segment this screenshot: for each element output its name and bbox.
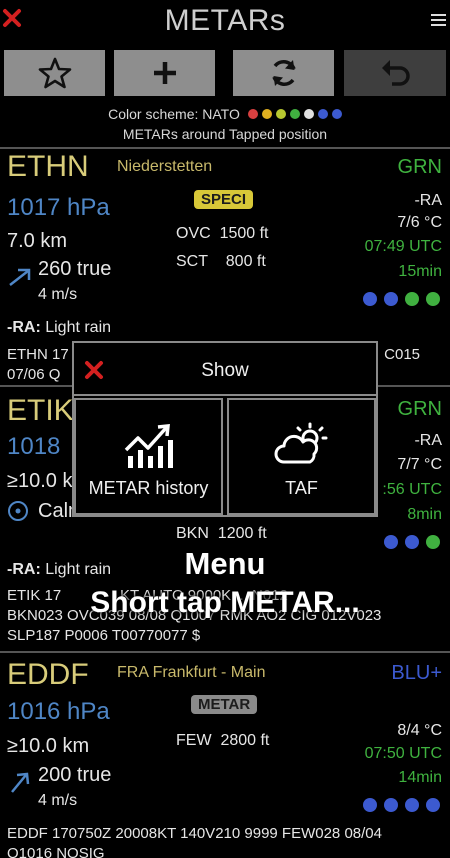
calm-icon bbox=[8, 501, 28, 521]
raw-metar-line-1-tail: C015 bbox=[384, 346, 420, 363]
popup-header: Show bbox=[74, 343, 376, 396]
station-card-eddf[interactable]: EDDF FRA Frankfurt - Main BLU+ 1016 hPa … bbox=[0, 652, 450, 858]
chart-icon bbox=[124, 424, 173, 468]
station-icao: ETIK bbox=[7, 394, 74, 427]
taf-button[interactable]: TAF bbox=[227, 398, 376, 515]
wind-direction: 260 true bbox=[38, 258, 112, 280]
wind-speed: 4 m/s bbox=[38, 286, 78, 303]
color-code: BLU+ bbox=[391, 662, 442, 684]
cloud-sun-icon bbox=[274, 422, 327, 464]
scheme-color-dot bbox=[275, 109, 286, 119]
temperature: 8/4 °C bbox=[397, 722, 442, 739]
color-scheme-row: Color scheme: NATO bbox=[0, 104, 450, 124]
raw-metar-line-1: ETHN 17 bbox=[7, 346, 69, 363]
scheme-color-dot bbox=[289, 109, 300, 119]
refresh-button[interactable] bbox=[233, 50, 334, 96]
around-label: METARs around Tapped position bbox=[122, 126, 328, 142]
color-code: GRN bbox=[397, 398, 442, 420]
cloud-layer-1: BKN 1200 ft bbox=[176, 525, 267, 542]
popup-title: Show bbox=[201, 360, 249, 381]
metar-badge: METAR bbox=[191, 695, 258, 714]
plus-icon bbox=[153, 62, 176, 84]
status-dot bbox=[405, 292, 419, 306]
speci-badge: SPECI bbox=[194, 190, 254, 209]
raw-metar-line-2: 07/06 Q bbox=[7, 366, 61, 383]
raw-metar-line-2: Q1016 NOSIG bbox=[7, 845, 105, 858]
observation-time: :56 UTC bbox=[382, 481, 442, 498]
raw-metar-line-3: SLP187 P0006 T00770077 $ bbox=[7, 627, 201, 644]
wind-arrow-icon bbox=[9, 268, 31, 286]
temperature: 7/7 °C bbox=[397, 456, 442, 473]
status-dot bbox=[405, 798, 419, 812]
color-scheme-dots bbox=[247, 109, 342, 119]
color-code: GRN bbox=[397, 156, 442, 178]
status-dot bbox=[363, 798, 377, 812]
refresh-icon bbox=[271, 60, 296, 86]
visibility: 7.0 km bbox=[7, 230, 68, 252]
toolbar bbox=[4, 50, 446, 96]
status-dot bbox=[363, 292, 377, 306]
wind-arrow-icon bbox=[11, 772, 30, 793]
wind-speed: 4 m/s bbox=[38, 792, 78, 809]
back-button[interactable] bbox=[344, 50, 446, 96]
observation-time: 07:49 UTC bbox=[364, 238, 442, 255]
visibility: ≥10.0 k bbox=[7, 470, 73, 492]
app-title: METARs bbox=[164, 4, 286, 37]
observation-time: 07:50 UTC bbox=[364, 745, 442, 762]
overlay-title: Menu bbox=[184, 546, 266, 581]
pressure: 1016 hPa bbox=[7, 698, 110, 725]
report-age: 14min bbox=[398, 769, 442, 786]
raw-metar-line-1: EDDF 170750Z 20008KT 140V210 9999 FEW028… bbox=[7, 825, 382, 842]
color-scheme-label: Color scheme: NATO bbox=[108, 106, 240, 122]
undo-icon bbox=[382, 60, 410, 86]
taf-label: TAF bbox=[285, 478, 318, 498]
scheme-color-dot bbox=[247, 109, 258, 119]
report-age: 15min bbox=[398, 263, 442, 280]
status-dot bbox=[426, 798, 440, 812]
report-age: 8min bbox=[407, 506, 442, 523]
metar-history-label: METAR history bbox=[88, 478, 209, 498]
pressure: 1018 bbox=[7, 433, 61, 460]
metar-history-button[interactable]: METAR history bbox=[74, 398, 223, 515]
hamburger-menu-icon[interactable] bbox=[431, 14, 446, 26]
cloud-layer-1: FEW 2800 ft bbox=[176, 732, 270, 749]
status-dot bbox=[384, 292, 398, 306]
cloud-layer-2: SCT 800 ft bbox=[176, 253, 266, 270]
favorite-button[interactable] bbox=[4, 50, 105, 96]
visibility: ≥10.0 km bbox=[7, 735, 90, 757]
wind-direction: 200 true bbox=[38, 764, 112, 786]
station-icao: ETHN bbox=[7, 150, 89, 183]
temperature: 7/6 °C bbox=[397, 214, 442, 231]
station-icao: EDDF bbox=[7, 658, 89, 691]
status-dot bbox=[426, 292, 440, 306]
scheme-color-dot bbox=[331, 109, 342, 119]
cloud-layer-1: OVC 1500 ft bbox=[176, 225, 269, 242]
add-button[interactable] bbox=[114, 50, 215, 96]
weather-code: -RA bbox=[414, 432, 442, 449]
star-icon bbox=[38, 57, 71, 89]
scheme-color-dot bbox=[261, 109, 272, 119]
status-dots bbox=[363, 292, 440, 306]
status-dot bbox=[384, 798, 398, 812]
overlay-subtitle: Short tap METAR... bbox=[90, 586, 360, 619]
show-menu-popup: Show METAR history TAF bbox=[72, 341, 378, 517]
weather-description: -RA: Light rain bbox=[7, 319, 112, 336]
scheme-color-dot bbox=[303, 109, 314, 119]
status-dots bbox=[363, 798, 440, 812]
pressure: 1017 hPa bbox=[7, 194, 110, 221]
station-name: Niederstetten bbox=[117, 158, 213, 175]
weather-code: -RA bbox=[414, 192, 442, 209]
title-bar: METARs bbox=[0, 0, 450, 44]
station-name: FRA Frankfurt - Main bbox=[117, 664, 266, 681]
scheme-color-dot bbox=[317, 109, 328, 119]
